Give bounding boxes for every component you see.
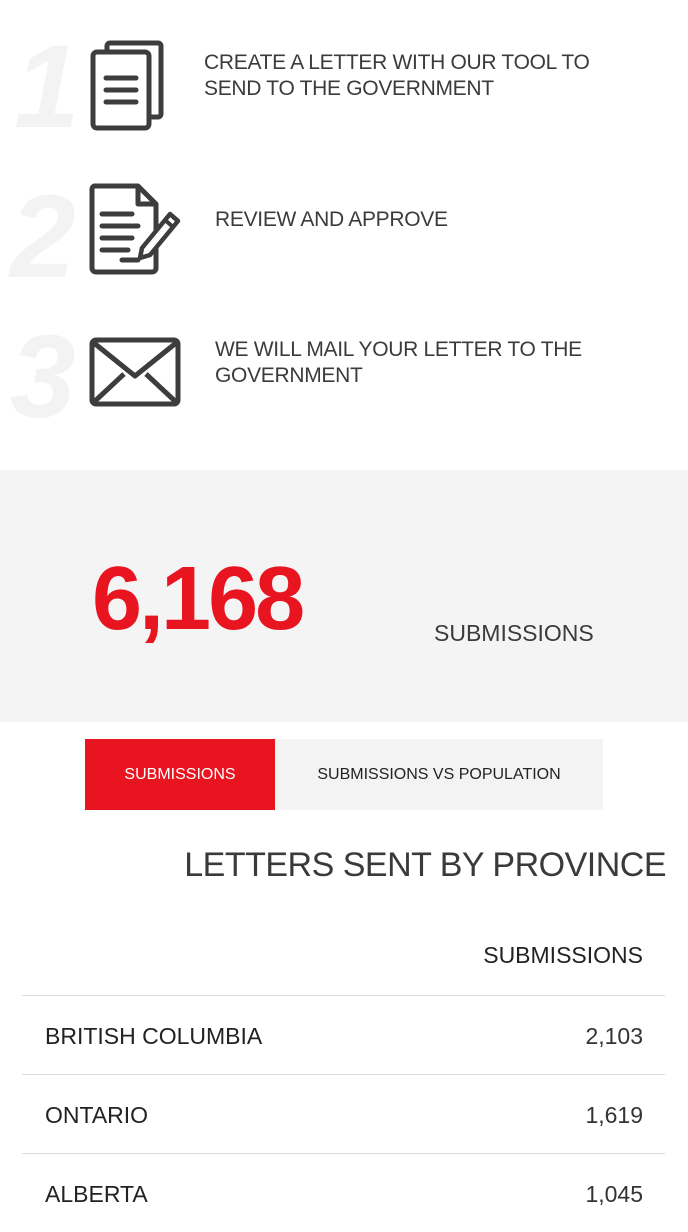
document-pen-icon (88, 182, 184, 281)
table-row: ONTARIO 1,619 (22, 1074, 665, 1153)
step-text: CREATE A LETTER WITH OUR TOOL TO SEND TO… (204, 51, 590, 100)
tab-submissions[interactable]: SUBMISSIONS (85, 739, 275, 810)
submission-stats: 6,168 SUBMISSIONS (0, 470, 688, 722)
step-number: 3 (10, 311, 76, 443)
province-name: BRITISH COLUMBIA (45, 1023, 263, 1049)
province-name: ONTARIO (45, 1102, 149, 1128)
province-name: ALBERTA (45, 1181, 148, 1207)
step-3: 3 WE WILL MAIL YOUR LETTER TO THE GOVERN… (0, 300, 688, 450)
table-row: BRITISH COLUMBIA 2,103 (22, 995, 665, 1074)
step-2: 2 REVIEW AND APPROVE (0, 150, 688, 300)
step-number: 2 (10, 171, 76, 303)
submission-count: 6,168 (92, 549, 305, 649)
chart-tabs: SUBMISSIONS SUBMISSIONS VS POPULATION (85, 739, 603, 810)
step-number: 1 (14, 21, 80, 153)
step-text: WE WILL MAIL YOUR LETTER TO THE GOVERNME… (215, 338, 582, 387)
step-1: 1 CREATE A LETTER WITH OUR TOOL TO SEND … (0, 0, 688, 150)
submission-value: 1,045 (585, 1181, 643, 1207)
documents-icon (90, 40, 166, 137)
tab-submissions-vs-population[interactable]: SUBMISSIONS VS POPULATION (275, 739, 603, 810)
table-title: LETTERS SENT BY PROVINCE (184, 846, 666, 884)
submission-value: 2,103 (585, 1023, 643, 1049)
submission-label: SUBMISSIONS (434, 620, 594, 646)
province-table: BRITISH COLUMBIA 2,103 ONTARIO 1,619 ALB… (22, 995, 665, 1232)
envelope-icon (88, 336, 182, 413)
column-header-submissions: SUBMISSIONS (483, 942, 643, 968)
table-row: ALBERTA 1,045 (22, 1153, 665, 1232)
submission-value: 1,619 (585, 1102, 643, 1128)
step-text: REVIEW AND APPROVE (215, 208, 448, 231)
